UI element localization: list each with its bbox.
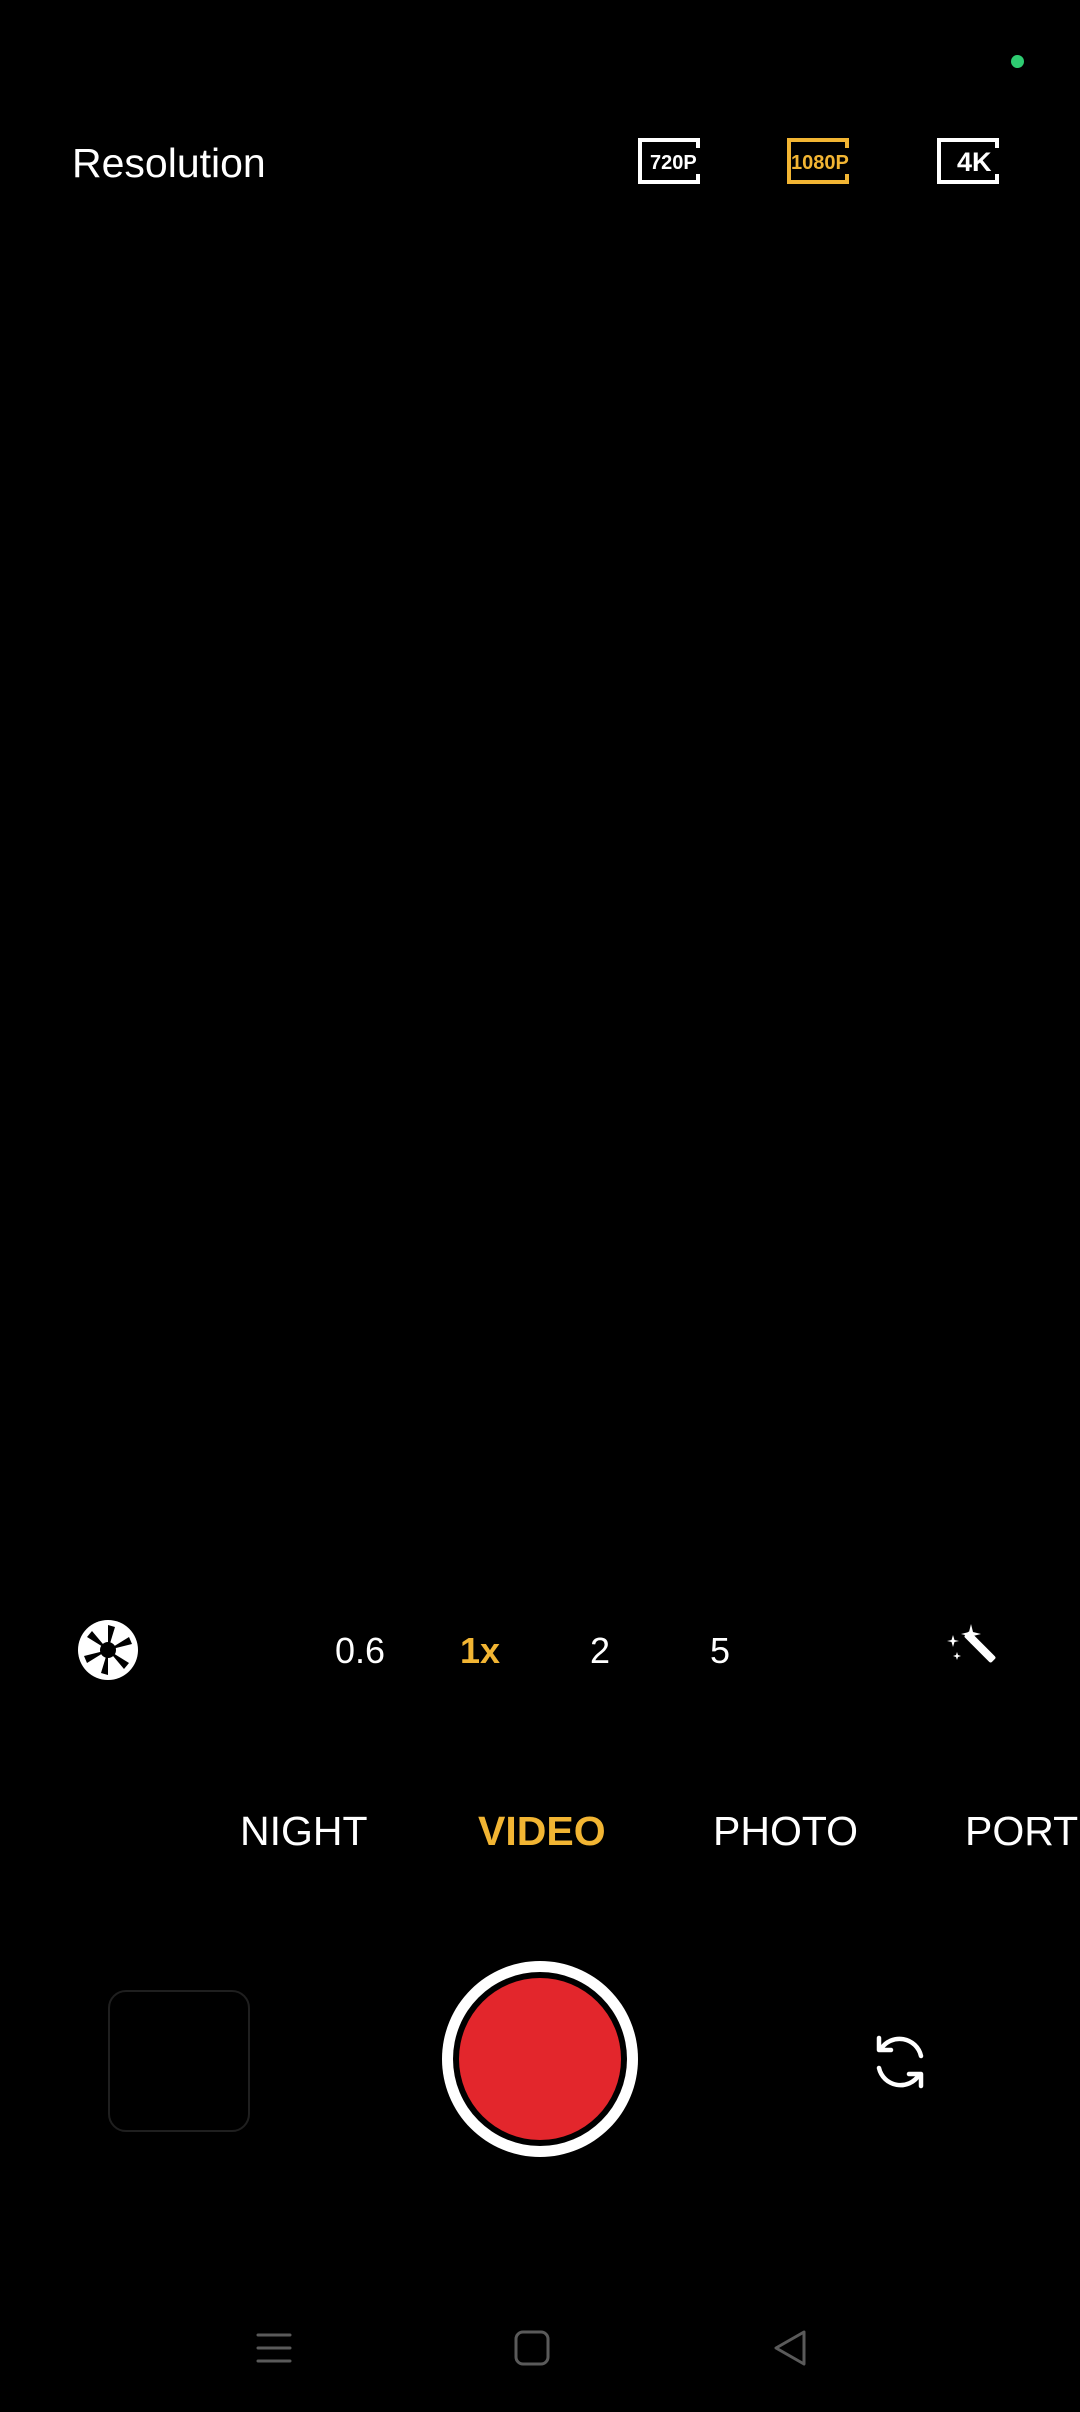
mode-night[interactable]: NIGHT xyxy=(240,1805,368,1857)
magic-wand-icon[interactable] xyxy=(940,1618,1004,1682)
aperture-icon[interactable] xyxy=(76,1618,140,1682)
menu-icon[interactable] xyxy=(244,2318,304,2378)
zoom-2-button[interactable]: 2 xyxy=(555,1626,645,1676)
zoom-5-button[interactable]: 5 xyxy=(675,1626,765,1676)
flip-camera-icon[interactable] xyxy=(860,2022,940,2102)
resolution-720p-button[interactable]: 720P xyxy=(636,136,706,186)
resolution-720p-icon: 720P xyxy=(638,138,700,184)
gallery-thumbnail[interactable] xyxy=(108,1990,250,2132)
mode-video[interactable]: VIDEO xyxy=(478,1805,606,1857)
resolution-title: Resolution xyxy=(72,140,266,186)
resolution-4k-button[interactable]: 4K xyxy=(935,136,1005,186)
mode-photo[interactable]: PHOTO xyxy=(713,1805,858,1857)
zoom-1x-button[interactable]: 1x xyxy=(435,1626,525,1676)
home-icon[interactable] xyxy=(502,2318,562,2378)
record-button-core xyxy=(459,1978,621,2140)
resolution-720p-label: 720P xyxy=(650,152,697,174)
resolution-4k-icon: 4K xyxy=(937,138,999,184)
mode-portrait[interactable]: PORTRAIT xyxy=(965,1805,1080,1857)
resolution-4k-label: 4K xyxy=(957,147,992,177)
mode-portrait-clip: PORTRAIT xyxy=(965,1805,1080,1857)
resolution-1080p-icon: 1080P xyxy=(787,138,849,184)
back-icon[interactable] xyxy=(760,2318,820,2378)
resolution-1080p-label: 1080P xyxy=(791,152,849,174)
camera-active-indicator xyxy=(1011,55,1024,68)
zoom-0-6-button[interactable]: 0.6 xyxy=(315,1626,405,1676)
record-button[interactable] xyxy=(442,1961,638,2157)
resolution-1080p-button[interactable]: 1080P xyxy=(785,136,861,186)
